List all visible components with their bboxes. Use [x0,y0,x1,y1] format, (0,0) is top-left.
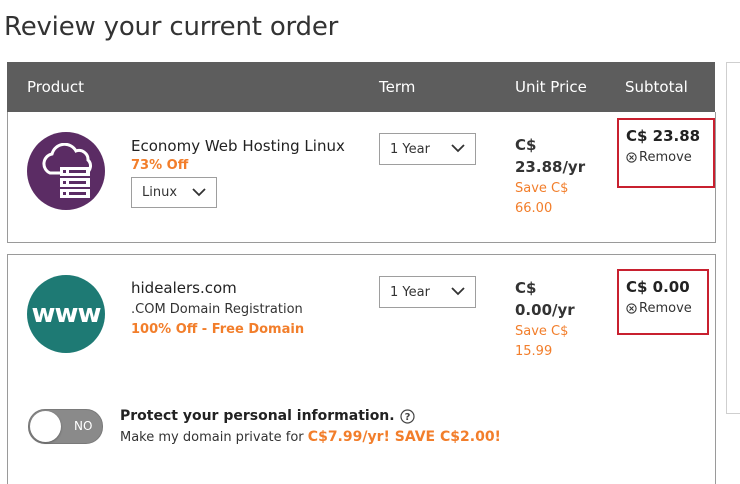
subtotal-amount: C$ 0.00 [626,278,690,296]
header-unit-price: Unit Price [515,78,587,96]
os-select[interactable]: Linux [131,177,217,208]
header-term: Term [379,78,416,96]
svg-text:?: ? [404,412,410,423]
chevron-down-icon [192,187,206,196]
term-select-value: 1 Year [390,284,430,300]
domain-description: .COM Domain Registration [131,302,303,317]
remove-button[interactable]: Remove [626,301,692,316]
toggle-knob [30,411,61,442]
chevron-down-icon [451,144,465,153]
order-item-hosting: Economy Web Hosting Linux 73% Off Linux … [7,112,716,243]
unit-price-currency: C$ [515,279,537,297]
unit-price-currency: C$ [515,136,537,154]
domain-discount: 100% Off - Free Domain [131,322,305,337]
term-select[interactable]: 1 Year [379,276,476,308]
save-label: Save C$ [515,181,569,196]
remove-button[interactable]: Remove [626,150,692,165]
privacy-offer-line: Make my domain private for C$7.99/yr! SA… [120,429,501,445]
remove-circle-x-icon [626,303,637,314]
term-select-value: 1 Year [390,141,430,157]
subtotal-amount: C$ 23.88 [626,127,701,145]
privacy-subtitle: Make my domain private for [120,430,308,445]
toggle-label: NO [74,419,93,433]
remove-label: Remove [639,301,692,316]
unit-price-value: 23.88/yr [515,158,586,176]
order-item-domain: www hidealers.com .COM Domain Registrati… [7,254,716,484]
cloud-server-icon [27,132,105,210]
page-title: Review your current order [4,12,339,42]
table-header: Product Term Unit Price Subtotal [7,62,715,112]
remove-label: Remove [639,150,692,165]
www-icon-text: www [31,299,101,329]
save-label: Save C$ [515,324,569,339]
privacy-title-row: Protect your personal information. ? [120,408,415,424]
header-subtotal: Subtotal [625,78,688,96]
save-value: 66.00 [515,201,553,216]
os-select-value: Linux [142,185,178,200]
subtotal-highlight: C$ 0.00 Remove [617,269,709,335]
discount-label: 73% Off [131,158,189,173]
subtotal-highlight: C$ 23.88 Remove [617,118,715,188]
privacy-offer: C$7.99/yr! SAVE C$2.00! [307,429,501,445]
privacy-title: Protect your personal information. [120,408,395,424]
domain-name: hidealers.com [131,279,237,297]
header-product: Product [27,78,84,96]
remove-circle-x-icon [626,152,637,163]
save-value: 15.99 [515,344,553,359]
term-select[interactable]: 1 Year [379,133,476,165]
privacy-toggle[interactable]: NO [28,409,103,444]
product-name: Economy Web Hosting Linux [131,137,345,155]
chevron-down-icon [451,287,465,296]
help-question-icon[interactable]: ? [399,408,415,424]
order-summary-panel-edge [726,62,740,414]
www-globe-icon: www [27,275,105,353]
unit-price-value: 0.00/yr [515,301,575,319]
